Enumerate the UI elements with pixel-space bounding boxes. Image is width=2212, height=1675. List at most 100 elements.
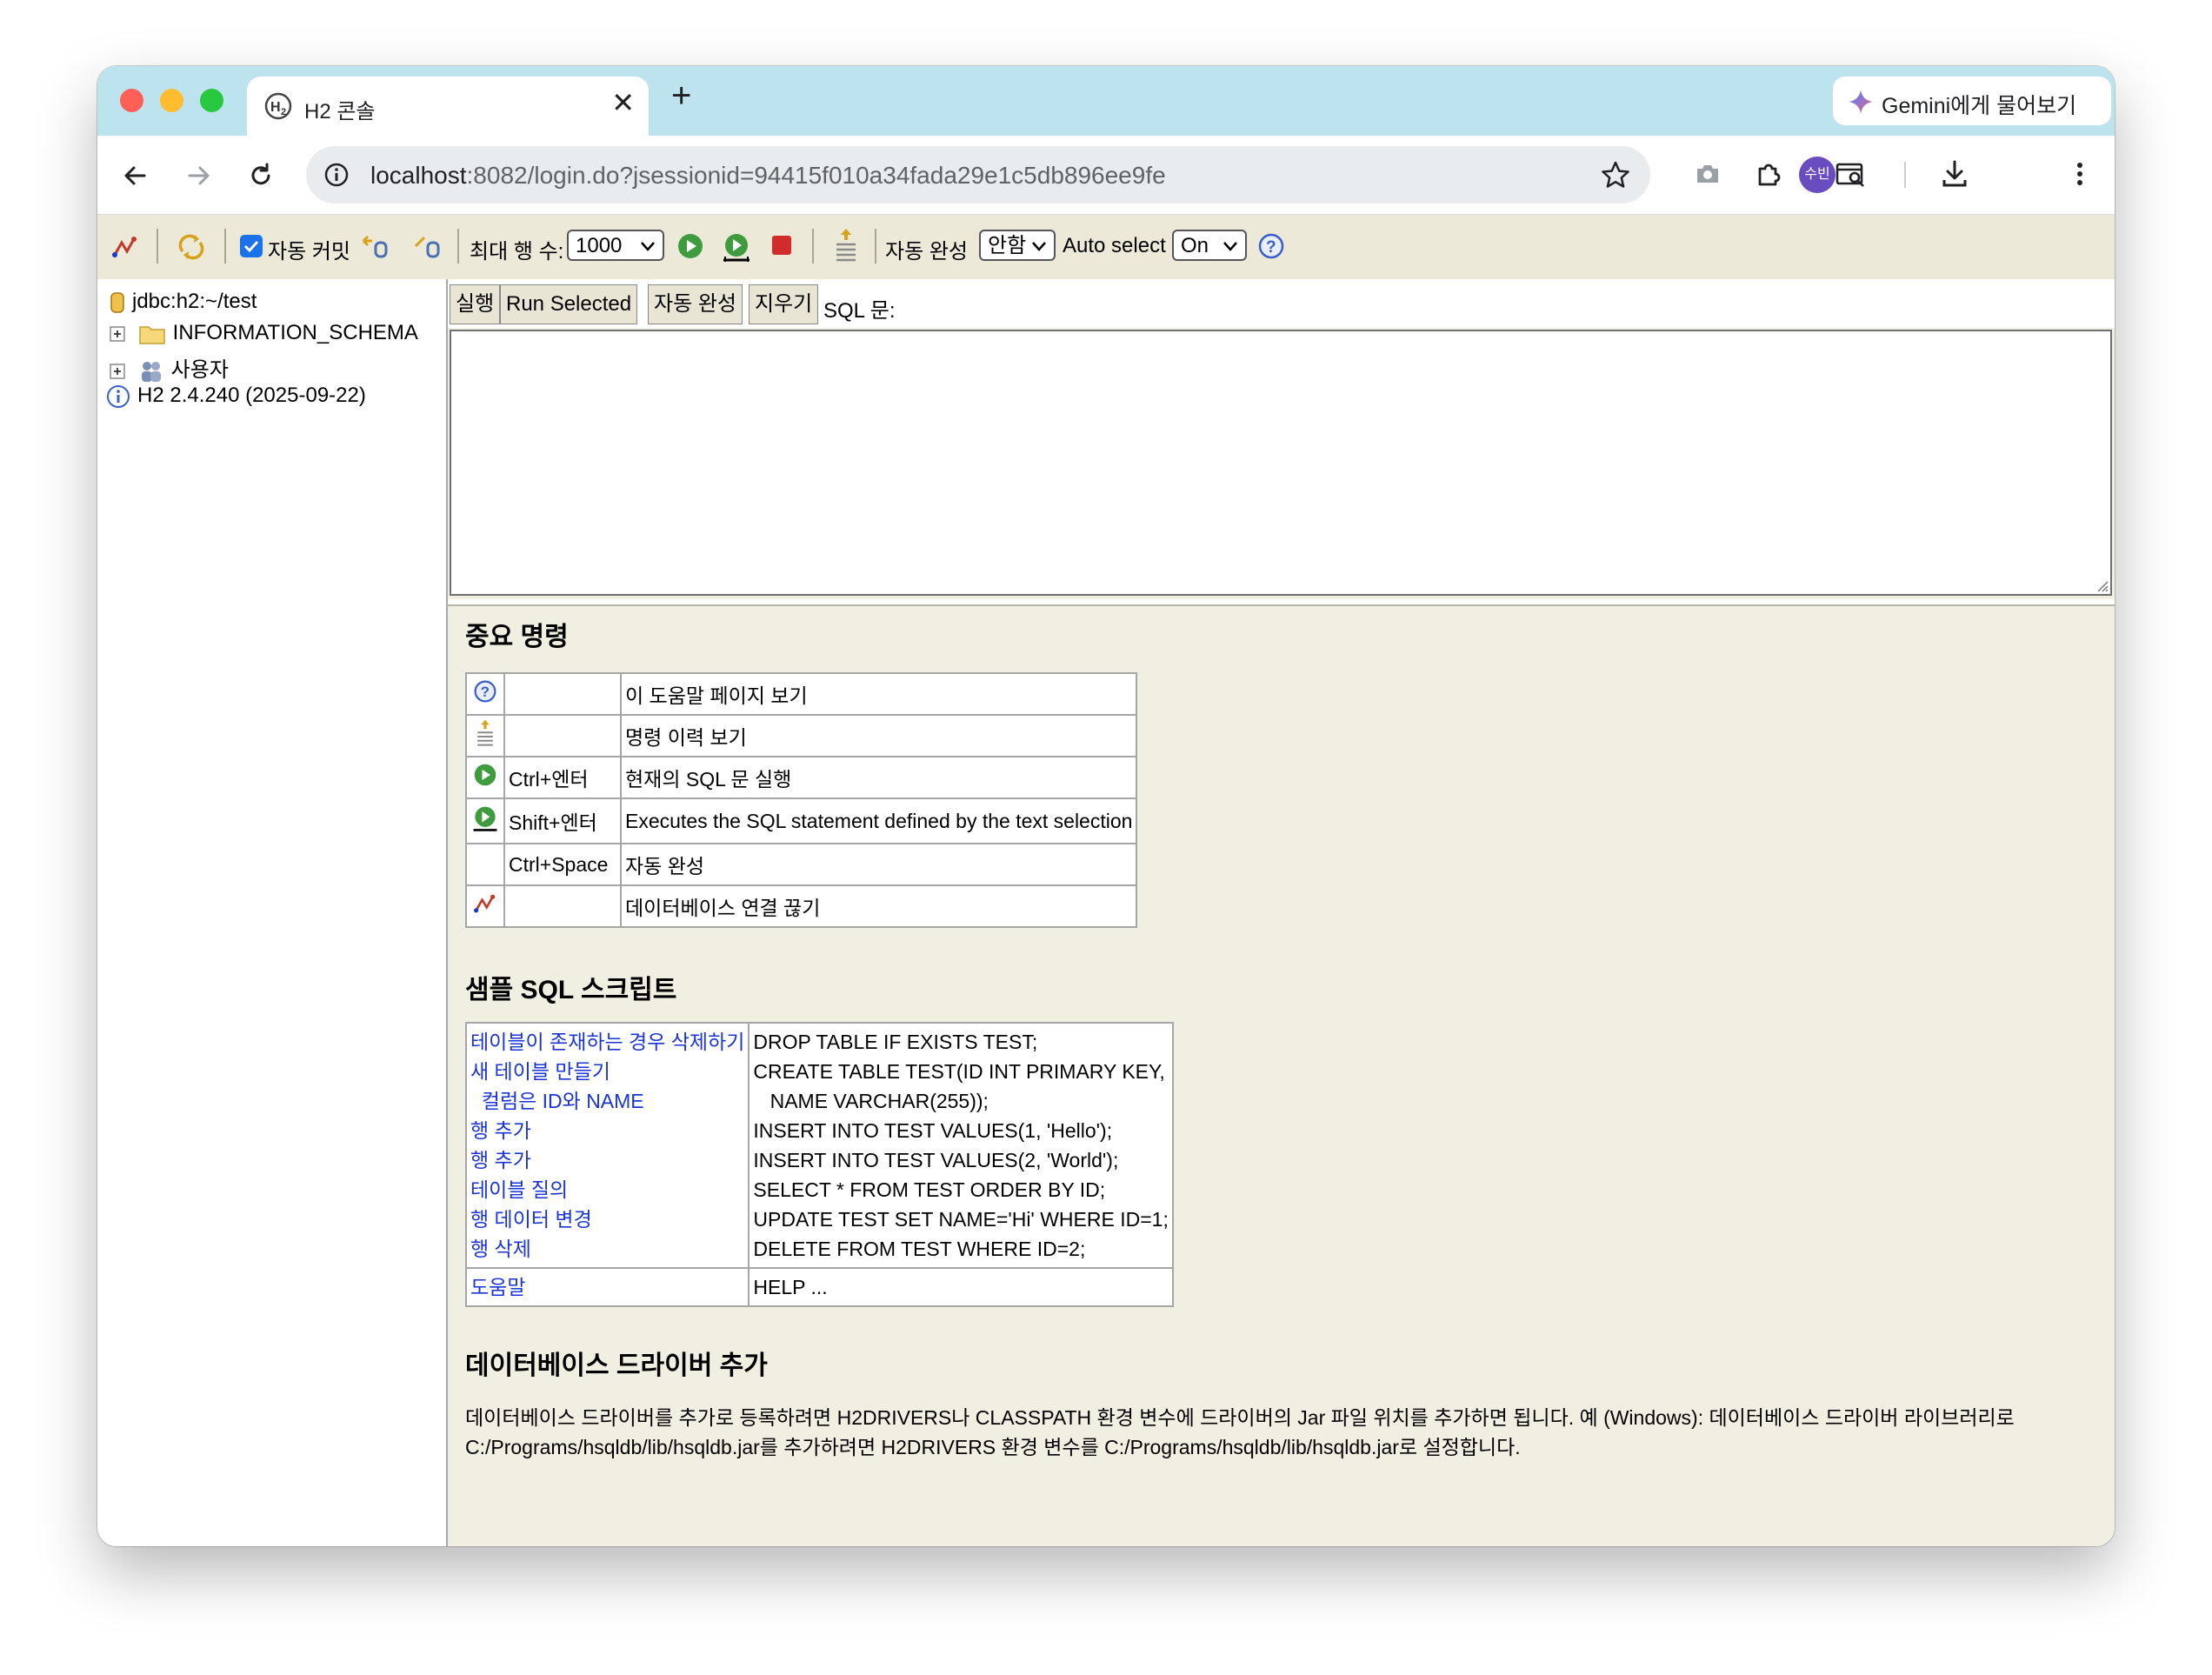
toolbar-separator (457, 229, 459, 264)
sample-code-line: INSERT INTO TEST VALUES(2, 'World'); (753, 1149, 1119, 1171)
command-icon-cell (465, 843, 505, 886)
address-bar[interactable]: localhost:8082/login.do?jsessionid=94415… (306, 146, 1650, 204)
command-shortcut (503, 672, 622, 716)
command-description: 자동 완성 (619, 843, 1138, 886)
h2-console: 자동 커밋 최대 행 수: 1000 자동 완성 안함 Auto select … (97, 215, 2115, 1546)
clear-button[interactable]: 지우기 (749, 284, 819, 324)
main-panel: 실행 Run Selected 자동 완성 지우기 SQL 문: 중요 명령 ?… (448, 279, 2115, 1546)
browser-window: H 2 H2 콘솔 ✕ + Gemini에게 물어보기 localhost:80… (97, 66, 2115, 1546)
run-selected-button[interactable]: Run Selected (500, 284, 638, 324)
forward-icon[interactable] (181, 158, 216, 193)
autocomplete-select[interactable]: 안함 (979, 230, 1056, 261)
autocomplete-button[interactable]: 자동 완성 (648, 284, 743, 324)
bookmark-star-icon[interactable] (1600, 160, 1631, 190)
svg-text:?: ? (1266, 238, 1276, 257)
sample-code-line: NAME VARCHAR(255)); (753, 1090, 989, 1112)
svg-text:2: 2 (281, 107, 286, 117)
maxrows-select[interactable]: 1000 (567, 230, 664, 261)
toolbar-separator (1904, 162, 1906, 188)
important-commands-table: ? 이 도움말 페이지 보기 명령 이력 보기 Ctrl+엔터 현재의 SQL 문 실행… (465, 672, 1138, 928)
tab-title: H2 콘솔 (304, 100, 376, 123)
back-icon[interactable] (118, 158, 153, 193)
sql-editor[interactable] (450, 330, 2112, 596)
command-description: 명령 이력 보기 (619, 714, 1138, 757)
sample-link[interactable]: 행 추가 (470, 1116, 744, 1145)
tree-item-users[interactable]: 사용자 (110, 352, 229, 384)
command-icon-cell (465, 797, 505, 844)
autocommit-checkbox[interactable] (240, 235, 263, 257)
command-shortcut: Ctrl+엔터 (503, 756, 622, 799)
info-icon (107, 384, 130, 408)
command-row: Ctrl+엔터 현재의 SQL 문 실행 (465, 756, 1138, 799)
driver-heading: 데이터베이스 드라이버 추가 (465, 1351, 768, 1380)
minimize-window-button[interactable] (160, 89, 183, 112)
resize-handle-icon[interactable] (2095, 578, 2109, 592)
chevron-down-icon (1032, 242, 1046, 251)
help-link[interactable]: 도움말 (470, 1272, 744, 1302)
command-description: 이 도움말 페이지 보기 (619, 672, 1138, 716)
tab-strip: H 2 H2 콘솔 ✕ + Gemini에게 물어보기 (97, 66, 2115, 136)
autoselect-value: On (1181, 234, 1209, 257)
close-window-button[interactable] (120, 89, 143, 112)
sample-link[interactable]: 컬럼은 ID와 NAME (470, 1086, 744, 1116)
sample-sql-table: 테이블이 존재하는 경우 삭제하기 새 테이블 만들기 컬럼은 ID와 NAME 행… (464, 1022, 1174, 1307)
command-shortcut (503, 884, 622, 928)
autoselect-select[interactable]: On (1172, 230, 1247, 261)
tab-h2-console[interactable]: H 2 H2 콘솔 ✕ (247, 77, 649, 136)
profile-avatar[interactable]: 수빈 (1799, 157, 1836, 193)
rollback-icon[interactable] (360, 234, 391, 258)
download-icon[interactable] (1937, 157, 1972, 191)
sample-code-line: SELECT * FROM TEST ORDER BY ID; (753, 1178, 1106, 1201)
sample-link[interactable]: 새 테이블 만들기 (470, 1057, 744, 1086)
command-icon-cell (465, 756, 505, 799)
toolbar-separator (157, 229, 158, 264)
command-row: Shift+엔터 Executes the SQL statement defin… (465, 797, 1138, 844)
tab-search-icon[interactable] (1833, 157, 1868, 191)
sample-link[interactable]: 행 삭제 (470, 1234, 744, 1264)
command-shortcut (503, 714, 622, 757)
commit-icon[interactable] (412, 234, 443, 258)
stop-icon[interactable] (770, 234, 793, 257)
maximize-window-button[interactable] (200, 89, 223, 112)
camera-icon[interactable] (1690, 157, 1725, 191)
reload-icon[interactable] (243, 158, 278, 193)
command-row: ? 이 도움말 페이지 보기 (465, 672, 1138, 716)
checkmark-icon (243, 240, 259, 253)
expand-plus-icon[interactable] (110, 363, 125, 379)
sample-link[interactable]: 행 데이터 변경 (470, 1205, 744, 1234)
url-text: localhost:8082/login.do?jsessionid=94415… (370, 162, 1166, 190)
maxrows-value: 1000 (576, 234, 623, 257)
run-selected-icon[interactable] (720, 230, 753, 264)
expand-plus-icon[interactable] (110, 325, 125, 342)
sample-link[interactable]: 테이블 질의 (470, 1175, 744, 1205)
history-icon[interactable] (833, 227, 859, 264)
disconnect-icon[interactable] (111, 234, 139, 260)
tree-item-connection[interactable]: jdbc:h2:~/test (110, 290, 257, 314)
important-commands-heading: 중요 명령 (465, 623, 569, 651)
sample-link[interactable]: 행 추가 (470, 1145, 744, 1175)
sample-sql-heading: 샘플 SQL 스크립트 (465, 976, 677, 1004)
menu-kebab-icon[interactable] (2062, 157, 2097, 191)
sample-link[interactable]: 테이블이 존재하는 경우 삭제하기 (470, 1027, 744, 1057)
url-host: localhost (370, 162, 467, 189)
gemini-button[interactable]: Gemini에게 물어보기 (1833, 77, 2111, 125)
refresh-icon[interactable] (177, 232, 205, 262)
tree-users-label: 사용자 (170, 358, 229, 382)
close-tab-icon[interactable]: ✕ (611, 89, 635, 117)
tree-item-information-schema[interactable]: INFORMATION_SCHEMA (110, 321, 418, 345)
site-info-icon[interactable] (323, 162, 350, 188)
help-icon[interactable]: ? (1257, 232, 1285, 260)
driver-paragraph-line-2: C:/Programs/hsqldb/lib/hsqldb.jar를 추가하려면… (465, 1436, 1521, 1458)
command-shortcut: Shift+엔터 (503, 797, 622, 844)
new-tab-icon[interactable]: + (671, 78, 691, 113)
sample-code-cell: DROP TABLE IF EXISTS TEST; CREATE TABLE T… (748, 1022, 1174, 1269)
gemini-label: Gemini에게 물어보기 (1882, 94, 2077, 118)
splitter[interactable] (448, 599, 2115, 606)
extensions-icon[interactable] (1751, 157, 1786, 191)
command-icon-cell (465, 714, 505, 757)
run-button[interactable]: 실행 (450, 284, 501, 324)
tree-schema-label: INFORMATION_SCHEMA (172, 321, 418, 344)
maxrows-label: 최대 행 수: (470, 240, 564, 264)
driver-paragraph-line-1: 데이터베이스 드라이버를 추가로 등록하려면 H2DRIVERS나 CLASSP… (465, 1406, 2015, 1429)
run-icon[interactable] (676, 232, 704, 260)
